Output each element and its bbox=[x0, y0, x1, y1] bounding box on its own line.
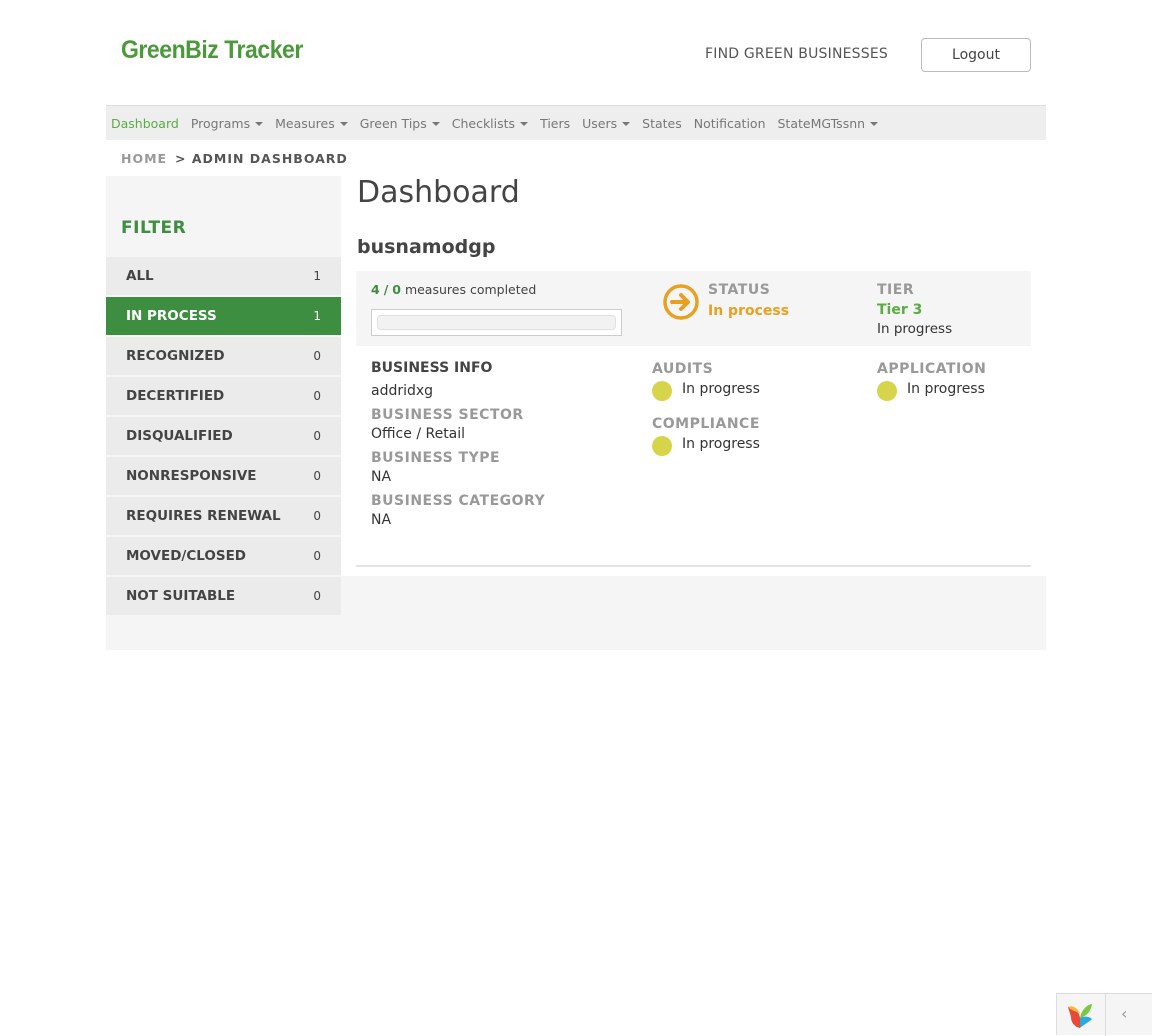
business-address: addridxg bbox=[371, 383, 434, 399]
filter-label: NOT SUITABLE bbox=[126, 588, 236, 604]
filter-count: 0 bbox=[313, 429, 321, 443]
logout-button[interactable]: Logout bbox=[921, 38, 1031, 72]
filter-nonresponsive[interactable]: NONRESPONSIVE 0 bbox=[106, 457, 341, 495]
filter-count: 0 bbox=[313, 549, 321, 563]
measures-completed-count: 4 bbox=[371, 282, 380, 297]
filter-recognized[interactable]: RECOGNIZED 0 bbox=[106, 337, 341, 375]
caret-down-icon bbox=[431, 122, 440, 126]
main-navbar: Dashboard Programs Measures Green Tips Check… bbox=[106, 105, 1046, 140]
nav-item-label: Green Tips bbox=[359, 115, 427, 131]
business-type-value: NA bbox=[371, 469, 392, 485]
filter-label: IN PROCESS bbox=[126, 308, 217, 324]
business-name[interactable]: busnamodgp bbox=[357, 236, 495, 258]
caret-down-icon bbox=[255, 122, 264, 126]
nav-item-checklists[interactable]: Checklists bbox=[451, 115, 529, 131]
filter-count: 0 bbox=[313, 469, 321, 483]
measures-separator: / bbox=[383, 282, 389, 297]
nav-item-tiers[interactable]: Tiers bbox=[540, 116, 570, 131]
filter-in-process[interactable]: IN PROCESS 1 bbox=[106, 297, 341, 335]
filter-all[interactable]: ALL 1 bbox=[106, 257, 341, 295]
filter-disqualified[interactable]: DISQUALIFIED 0 bbox=[106, 417, 341, 455]
tier-value: Tier 3 bbox=[877, 302, 923, 318]
filter-label: DISQUALIFIED bbox=[126, 428, 233, 444]
measures-completed: 4 / 0 measures completed bbox=[371, 282, 536, 297]
caret-down-icon bbox=[870, 122, 879, 126]
breadcrumb-current: > ADMIN DASHBOARD bbox=[175, 151, 348, 166]
nav-item-statemgtssnn[interactable]: StateMGTssnn bbox=[778, 116, 879, 131]
filter-list: ALL 1 IN PROCESS 1 RECOGNIZED 0 DECERTIFIED 0 DI… bbox=[106, 257, 341, 617]
filter-count: 1 bbox=[313, 269, 321, 283]
measures-total-count: 0 bbox=[392, 282, 401, 297]
chevron-left-icon[interactable]: ‹ bbox=[1121, 1004, 1127, 1023]
yii-logo-icon[interactable] bbox=[1065, 1001, 1095, 1031]
application-status-dot bbox=[877, 381, 897, 401]
filter-label: MOVED/CLOSED bbox=[126, 548, 247, 564]
filter-count: 0 bbox=[313, 589, 321, 603]
nav-item-programs[interactable]: Programs bbox=[190, 115, 264, 131]
audits-status: In progress bbox=[682, 381, 760, 397]
compliance-status-dot bbox=[652, 436, 672, 456]
filter-count: 1 bbox=[313, 309, 321, 323]
progress-track bbox=[377, 315, 616, 330]
status-value: In process bbox=[708, 303, 790, 319]
caret-down-icon bbox=[339, 122, 348, 126]
business-type-label: BUSINESS TYPE bbox=[371, 450, 501, 466]
nav-item-label: StateMGTssnn bbox=[777, 115, 866, 131]
nav-item-label: Tiers bbox=[540, 115, 571, 131]
business-sector-label: BUSINESS SECTOR bbox=[371, 407, 524, 423]
nav-item-label: Dashboard bbox=[111, 115, 179, 131]
nav-item-label: Notification bbox=[693, 115, 766, 131]
filter-label: ALL bbox=[126, 268, 154, 284]
find-green-businesses-link[interactable]: FIND GREEN BUSINESSES bbox=[705, 46, 888, 62]
filter-count: 0 bbox=[313, 349, 321, 363]
audits-label: AUDITS bbox=[652, 361, 714, 377]
breadcrumb-home[interactable]: HOME bbox=[121, 151, 167, 166]
audits-status-dot bbox=[652, 381, 672, 401]
tier-label: TIER bbox=[877, 282, 915, 298]
nav-item-users[interactable]: Users bbox=[582, 115, 631, 131]
nav-item-notification[interactable]: Notification bbox=[694, 116, 766, 131]
filter-label: REQUIRES RENEWAL bbox=[126, 508, 281, 524]
arrow-right-circle-icon bbox=[663, 284, 699, 320]
filter-requires-renewal[interactable]: REQUIRES RENEWAL 0 bbox=[106, 497, 341, 535]
caret-down-icon bbox=[520, 122, 529, 126]
page-title: Dashboard bbox=[357, 175, 520, 210]
filter-label: DECERTIFIED bbox=[126, 388, 225, 404]
debug-toolbar[interactable]: ‹ bbox=[1056, 993, 1152, 1036]
filter-count: 0 bbox=[313, 389, 321, 403]
business-category-value: NA bbox=[371, 512, 392, 528]
business-sector-value: Office / Retail bbox=[371, 426, 466, 442]
nav-item-states[interactable]: States bbox=[642, 116, 682, 131]
nav-item-label: Checklists bbox=[451, 115, 516, 131]
divider bbox=[356, 565, 1031, 567]
status-label: STATUS bbox=[708, 282, 771, 298]
nav-item-green-tips[interactable]: Green Tips bbox=[360, 116, 440, 131]
nav-item-dashboard[interactable]: Dashboard bbox=[111, 116, 179, 131]
tier-status: In progress bbox=[877, 321, 953, 337]
business-category-label: BUSINESS CATEGORY bbox=[371, 493, 546, 509]
filter-not-suitable[interactable]: NOT SUITABLE 0 bbox=[106, 577, 341, 615]
measures-suffix: measures completed bbox=[404, 282, 537, 297]
filter-title: FILTER bbox=[121, 218, 187, 238]
nav-item-label: States bbox=[642, 115, 682, 131]
application-label: APPLICATION bbox=[877, 361, 987, 377]
filter-decertified[interactable]: DECERTIFIED 0 bbox=[106, 377, 341, 415]
application-status: In progress bbox=[907, 381, 985, 397]
filter-label: RECOGNIZED bbox=[126, 348, 225, 364]
filter-count: 0 bbox=[313, 509, 321, 523]
toolbar-separator bbox=[1105, 994, 1106, 1036]
compliance-status: In progress bbox=[682, 436, 760, 452]
app-logo[interactable]: GreenBiz Tracker bbox=[121, 36, 303, 65]
compliance-label: COMPLIANCE bbox=[652, 416, 760, 432]
nav-item-measures[interactable]: Measures bbox=[275, 116, 348, 131]
nav-item-label: Users bbox=[582, 115, 618, 131]
business-info-heading: BUSINESS INFO bbox=[371, 360, 493, 376]
nav-item-label: Programs bbox=[190, 115, 251, 131]
caret-down-icon bbox=[622, 122, 631, 126]
nav-item-label: Measures bbox=[275, 115, 335, 131]
measures-progress-bar bbox=[371, 309, 622, 336]
filter-label: NONRESPONSIVE bbox=[126, 468, 257, 484]
filter-moved-closed[interactable]: MOVED/CLOSED 0 bbox=[106, 537, 341, 575]
